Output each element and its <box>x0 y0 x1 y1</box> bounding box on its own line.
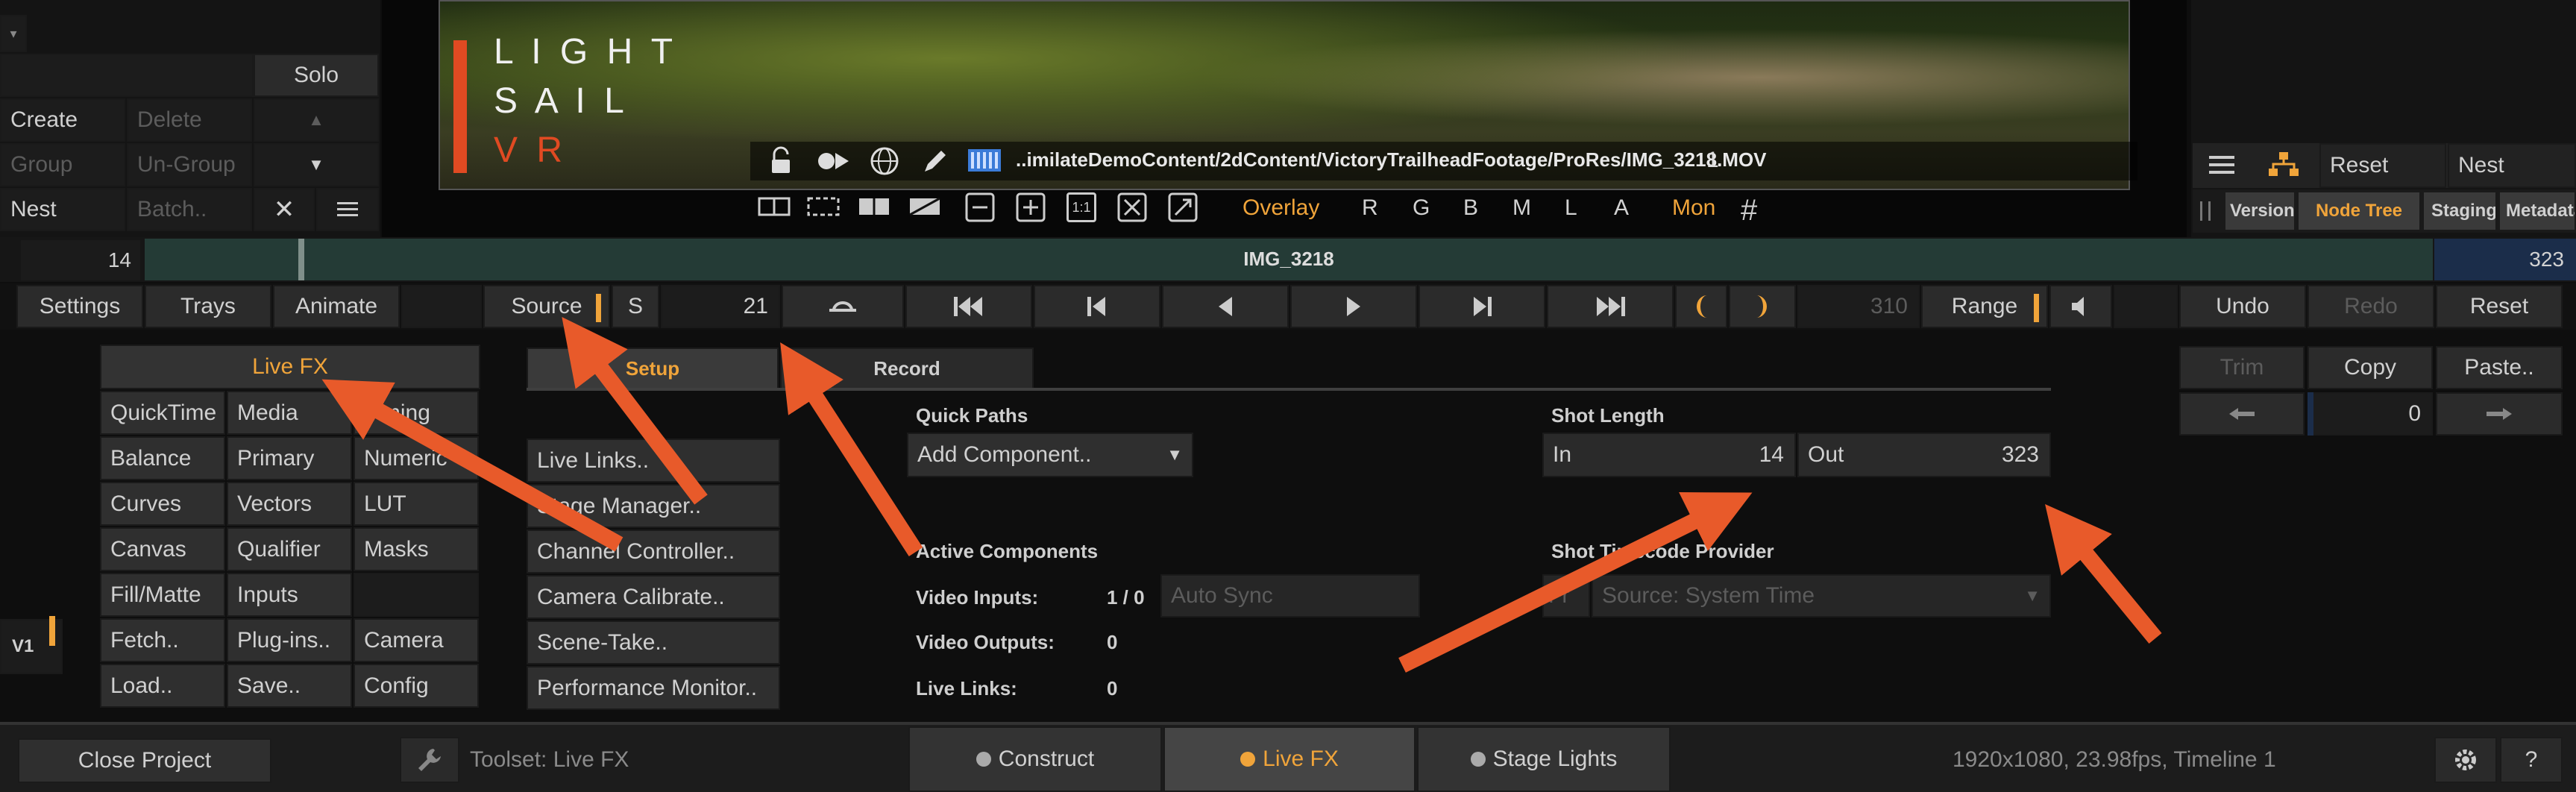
arrow-to-frame <box>780 342 923 556</box>
arrow-to-live-fx <box>321 379 623 552</box>
arrow-to-in <box>1398 491 1753 673</box>
arrow-to-source <box>562 317 708 505</box>
arrow-to-out <box>2045 504 2162 644</box>
annotation-arrows <box>321 317 2162 673</box>
